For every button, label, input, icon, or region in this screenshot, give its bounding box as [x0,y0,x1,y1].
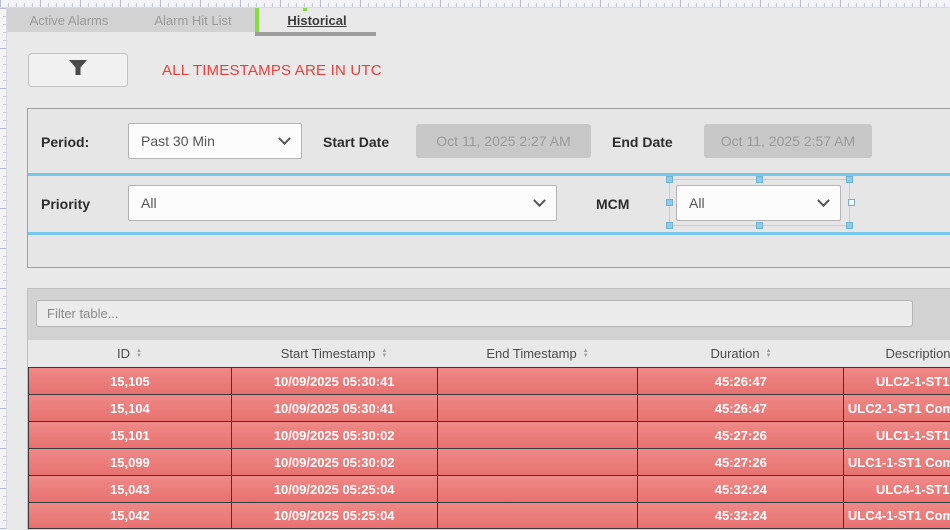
active-tab-underline [255,32,376,36]
cell-description: ULC4-1-ST1 Tip [844,476,950,502]
tab-bar: Active Alarms Alarm Hit List Historical [7,8,950,32]
cell-start-timestamp: 10/09/2025 05:25:04 [232,476,438,502]
panel-divider [28,232,950,235]
column-header-id[interactable]: ID ▲▼ [28,340,231,367]
cell-id: 15,099 [29,449,232,475]
selection-handle-bottom-left[interactable] [666,222,673,229]
chevron-down-icon [278,132,291,145]
cell-end-timestamp [438,422,639,448]
cell-duration: 45:27:26 [638,449,844,475]
column-header-start-timestamp[interactable]: Start Timestamp ▲▼ [231,340,437,367]
table-row[interactable]: 15,105 10/09/2025 05:30:41 45:26:47 ULC2… [28,367,950,394]
end-date-label: End Date [612,134,673,150]
start-date-field[interactable]: Oct 11, 2025 2:27 AM [416,124,591,158]
mcm-select[interactable]: All [676,185,841,221]
table-header-row: ID ▲▼ Start Timestamp ▲▼ End Timestamp ▲… [28,340,950,367]
column-header-description[interactable]: Description ▲▼ [844,340,950,367]
selection-handle-bottom-right[interactable] [846,222,853,229]
cell-description: ULC4-1-ST1 Comm Fault [844,503,950,528]
start-date-label: Start Date [323,134,389,150]
cell-end-timestamp [438,476,639,502]
selection-handle-top-center[interactable] [756,176,763,183]
cell-end-timestamp [438,449,639,475]
table-body: 15,105 10/09/2025 05:30:41 45:26:47 ULC2… [28,367,950,529]
column-header-duration[interactable]: Duration ▲▼ [638,340,844,367]
cell-end-timestamp [438,368,639,394]
period-select[interactable]: Past 30 Min [128,123,302,159]
sort-icon[interactable]: ▲▼ [583,349,589,359]
selection-handle-bottom-center[interactable] [756,222,763,229]
panel-divider [28,173,950,176]
table-filter-input[interactable] [36,300,913,327]
column-header-end-timestamp[interactable]: End Timestamp ▲▼ [437,340,638,367]
sort-icon[interactable]: ▲▼ [766,349,772,359]
priority-select[interactable]: All [128,185,557,221]
table-row[interactable]: 15,043 10/09/2025 05:25:04 45:32:24 ULC4… [28,475,950,502]
cell-description: ULC2-1-ST1 Tip [844,368,950,394]
cell-description: ULC1-1-ST1 Comm Fault [844,449,950,475]
filter-panel: Period: Past 30 Min Start Date Oct 11, 2… [27,108,950,268]
chevron-down-icon [817,194,830,207]
priority-select-value: All [141,195,535,211]
utc-notice: ALL TIMESTAMPS ARE IN UTC [162,62,382,79]
cell-duration: 45:27:26 [638,422,844,448]
end-date-field[interactable]: Oct 11, 2025 2:57 AM [704,124,872,158]
cell-duration: 45:32:24 [638,476,844,502]
cell-start-timestamp: 10/09/2025 05:30:02 [232,449,438,475]
sort-icon[interactable]: ▲▼ [136,349,142,359]
vertical-ruler [0,8,7,530]
selection-handle-top-right[interactable] [846,176,853,183]
cell-start-timestamp: 10/09/2025 05:30:41 [232,368,438,394]
tab-active-alarms[interactable]: Active Alarms [7,8,131,32]
selection-handle-mid-left[interactable] [666,199,673,206]
cell-id: 15,042 [29,503,232,528]
editor-canvas: Active Alarms Alarm Hit List Historical … [0,0,950,530]
cell-description: ULC2-1-ST1 Comm Fault [844,395,950,421]
filter-button[interactable] [28,53,128,87]
priority-label: Priority [41,196,90,212]
alarm-table: ID ▲▼ Start Timestamp ▲▼ End Timestamp ▲… [28,340,950,529]
horizontal-ruler [0,0,950,8]
cell-description: ULC1-1-ST1 Tip [844,422,950,448]
mcm-select-value: All [689,195,819,211]
period-label: Period: [41,134,89,150]
cell-id: 15,101 [29,422,232,448]
cell-id: 15,105 [29,368,232,394]
tab-historical[interactable]: Historical [259,8,375,32]
cell-id: 15,043 [29,476,232,502]
table-section: ID ▲▼ Start Timestamp ▲▼ End Timestamp ▲… [27,288,950,530]
selection-handle-top-left[interactable] [666,176,673,183]
cell-duration: 45:32:24 [638,503,844,528]
funnel-icon [67,59,89,82]
cell-start-timestamp: 10/09/2025 05:30:41 [232,395,438,421]
cell-start-timestamp: 10/09/2025 05:25:04 [232,503,438,528]
cell-end-timestamp [438,395,639,421]
cell-duration: 45:26:47 [638,395,844,421]
inactive-tabs-group: Active Alarms Alarm Hit List [7,8,255,32]
cell-duration: 45:26:47 [638,368,844,394]
cell-start-timestamp: 10/09/2025 05:30:02 [232,422,438,448]
sort-icon[interactable]: ▲▼ [381,349,387,359]
table-row[interactable]: 15,099 10/09/2025 05:30:02 45:27:26 ULC1… [28,448,950,475]
tab-alarm-hit-list[interactable]: Alarm Hit List [131,8,255,32]
table-row[interactable]: 15,042 10/09/2025 05:25:04 45:32:24 ULC4… [28,502,950,529]
chevron-down-icon [533,194,546,207]
alarm-page: Active Alarms Alarm Hit List Historical … [7,8,950,530]
period-select-value: Past 30 Min [141,133,280,149]
table-row[interactable]: 15,104 10/09/2025 05:30:41 45:26:47 ULC2… [28,394,950,421]
mcm-label: MCM [596,196,629,212]
cell-id: 15,104 [29,395,232,421]
cell-end-timestamp [438,503,639,528]
table-row[interactable]: 15,101 10/09/2025 05:30:02 45:27:26 ULC1… [28,421,950,448]
selection-handle-mid-right[interactable] [848,199,855,206]
